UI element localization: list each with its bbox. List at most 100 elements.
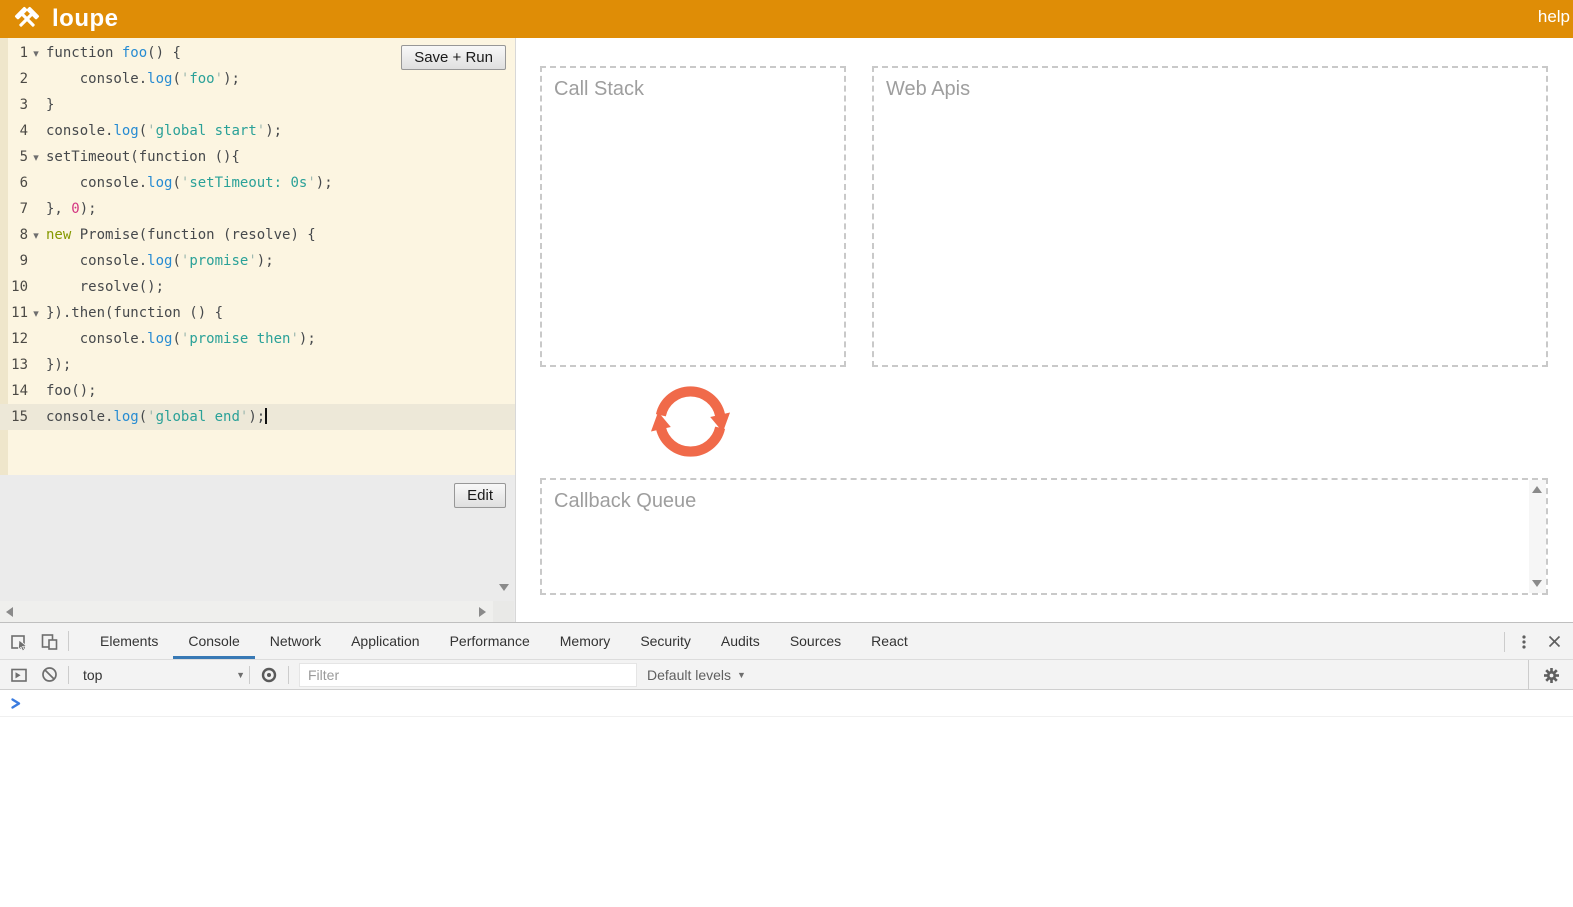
line-number[interactable]: 14 (0, 378, 44, 404)
settings-gear-icon[interactable] (1536, 667, 1566, 684)
line-number[interactable]: 8 ▾ (0, 222, 44, 248)
edit-button[interactable]: Edit (454, 483, 506, 508)
code-text: }).then(function () { (46, 305, 224, 321)
tab-network[interactable]: Network (255, 623, 336, 659)
separator (288, 665, 289, 684)
line-number[interactable]: 11 ▾ (0, 300, 44, 326)
device-toolbar-icon[interactable] (34, 623, 64, 659)
save-run-button[interactable]: Save + Run (401, 45, 506, 70)
code-line-9[interactable]: 9 console.log('promise'); (0, 248, 515, 274)
scroll-up-icon[interactable] (1532, 486, 1542, 493)
code-text: new Promise(function (resolve) { (46, 227, 316, 243)
editor-scroll-down-icon[interactable] (499, 584, 509, 591)
line-number[interactable]: 12 (0, 326, 44, 352)
editor-horizontal-scrollbar[interactable] (0, 601, 494, 622)
code-line-13[interactable]: 13}); (0, 352, 515, 378)
callback-queue-scrollbar[interactable] (1529, 480, 1546, 593)
editor-panel: 1 ▾ function foo() {2 console.log('foo'); 3… (0, 38, 516, 622)
console-toolbar: top ▼ Default levels ▼ (0, 660, 1573, 690)
scroll-right-icon[interactable] (479, 607, 486, 617)
separator (68, 665, 69, 684)
separator (249, 665, 250, 684)
inspect-element-icon[interactable] (4, 623, 34, 659)
code-text: }); (46, 357, 72, 373)
code-line-8[interactable]: 8 ▾ new Promise(function (resolve) { (0, 222, 515, 248)
code-text: console.log('global start'); (46, 123, 283, 139)
line-number[interactable]: 5 ▾ (0, 144, 44, 170)
code-line-5[interactable]: 5 ▾ setTimeout(function (){ (0, 144, 515, 170)
kebab-menu-icon[interactable] (1509, 634, 1539, 650)
separator (1504, 631, 1505, 652)
tab-console[interactable]: Console (173, 623, 255, 659)
console-prompt-row[interactable] (0, 690, 1573, 717)
devtools-tabbar: Elements Console Network Application Perform… (0, 623, 1573, 660)
scrollbar-corner (493, 601, 514, 622)
code-text: console.log('setTimeout: 0s'); (46, 175, 333, 191)
line-number[interactable]: 3 (0, 92, 44, 118)
fold-arrow-icon[interactable]: ▾ (28, 41, 44, 67)
code-line-12[interactable]: 12 console.log('promise then'); (0, 326, 515, 352)
code-text: function foo() { (46, 45, 181, 61)
code-line-4[interactable]: 4 console.log('global start'); (0, 118, 515, 144)
callback-queue-zone: Callback Queue (540, 478, 1548, 595)
line-number[interactable]: 6 (0, 170, 44, 196)
tab-elements[interactable]: Elements (85, 623, 173, 659)
line-number[interactable]: 7 (0, 196, 44, 222)
call-stack-zone: Call Stack (540, 66, 846, 367)
text-cursor (265, 408, 267, 424)
code-line-15[interactable]: 15 console.log('global end'); (0, 404, 515, 430)
fold-arrow-icon[interactable]: ▾ (28, 301, 44, 327)
tab-memory[interactable]: Memory (545, 623, 626, 659)
code-text: console.log('promise'); (46, 253, 274, 269)
tab-audits[interactable]: Audits (706, 623, 775, 659)
scroll-down-icon[interactable] (1532, 580, 1542, 587)
code-line-6[interactable]: 6 console.log('setTimeout: 0s'); (0, 170, 515, 196)
code-line-10[interactable]: 10 resolve(); (0, 274, 515, 300)
tab-sources[interactable]: Sources (775, 623, 856, 659)
tab-application[interactable]: Application (336, 623, 435, 659)
help-link[interactable]: help (1538, 7, 1570, 27)
event-loop-icon (644, 382, 737, 462)
code-lines: 1 ▾ function foo() {2 console.log('foo'); 3… (0, 40, 515, 430)
app-title: loupe (52, 5, 119, 32)
close-icon[interactable] (1539, 635, 1569, 648)
event-loop-stage: Call Stack Web Apis Callback Queue (517, 38, 1573, 622)
chevron-down-icon: ▼ (236, 669, 245, 680)
hammer-pick-logo-icon (14, 6, 40, 27)
code-text: }, 0); (46, 201, 97, 217)
line-number[interactable]: 4 (0, 118, 44, 144)
code-editor[interactable]: 1 ▾ function foo() {2 console.log('foo'); 3… (0, 38, 515, 475)
live-expression-eye-icon[interactable] (254, 666, 284, 684)
callback-queue-label: Callback Queue (554, 490, 697, 512)
line-number[interactable]: 10 (0, 274, 44, 300)
levels-value: Default levels (647, 666, 732, 683)
code-line-14[interactable]: 14 foo(); (0, 378, 515, 404)
tab-react[interactable]: React (856, 623, 923, 659)
app-header: loupe help (0, 0, 1573, 38)
code-line-11[interactable]: 11 ▾}).then(function () { (0, 300, 515, 326)
line-number[interactable]: 15 (0, 404, 44, 430)
line-number[interactable]: 9 (0, 248, 44, 274)
separator (68, 631, 69, 651)
code-text: foo(); (46, 383, 97, 399)
call-stack-label: Call Stack (554, 78, 645, 100)
tab-security[interactable]: Security (625, 623, 706, 659)
fold-arrow-icon[interactable]: ▾ (28, 223, 44, 249)
fold-arrow-icon[interactable]: ▾ (28, 145, 44, 171)
console-sidebar-icon[interactable] (4, 666, 34, 684)
code-text: console.log('global end'); (46, 408, 267, 425)
code-text: resolve(); (46, 279, 165, 295)
context-selector[interactable]: top ▼ (83, 667, 245, 683)
log-levels-selector[interactable]: Default levels ▼ (647, 667, 746, 683)
code-line-7[interactable]: 7}, 0); (0, 196, 515, 222)
line-number[interactable]: 2 (0, 66, 44, 92)
code-line-3[interactable]: 3} (0, 92, 515, 118)
console-prompt-chevron-icon (11, 697, 21, 709)
line-number[interactable]: 1 ▾ (0, 40, 44, 66)
filter-input[interactable] (299, 662, 637, 687)
scroll-left-icon[interactable] (6, 607, 13, 617)
line-number[interactable]: 13 (0, 352, 44, 378)
clear-console-icon[interactable] (34, 666, 64, 683)
tab-performance[interactable]: Performance (435, 623, 545, 659)
loupe-app: loupe help 1 ▾ function foo() {2 console.l… (0, 0, 1573, 907)
